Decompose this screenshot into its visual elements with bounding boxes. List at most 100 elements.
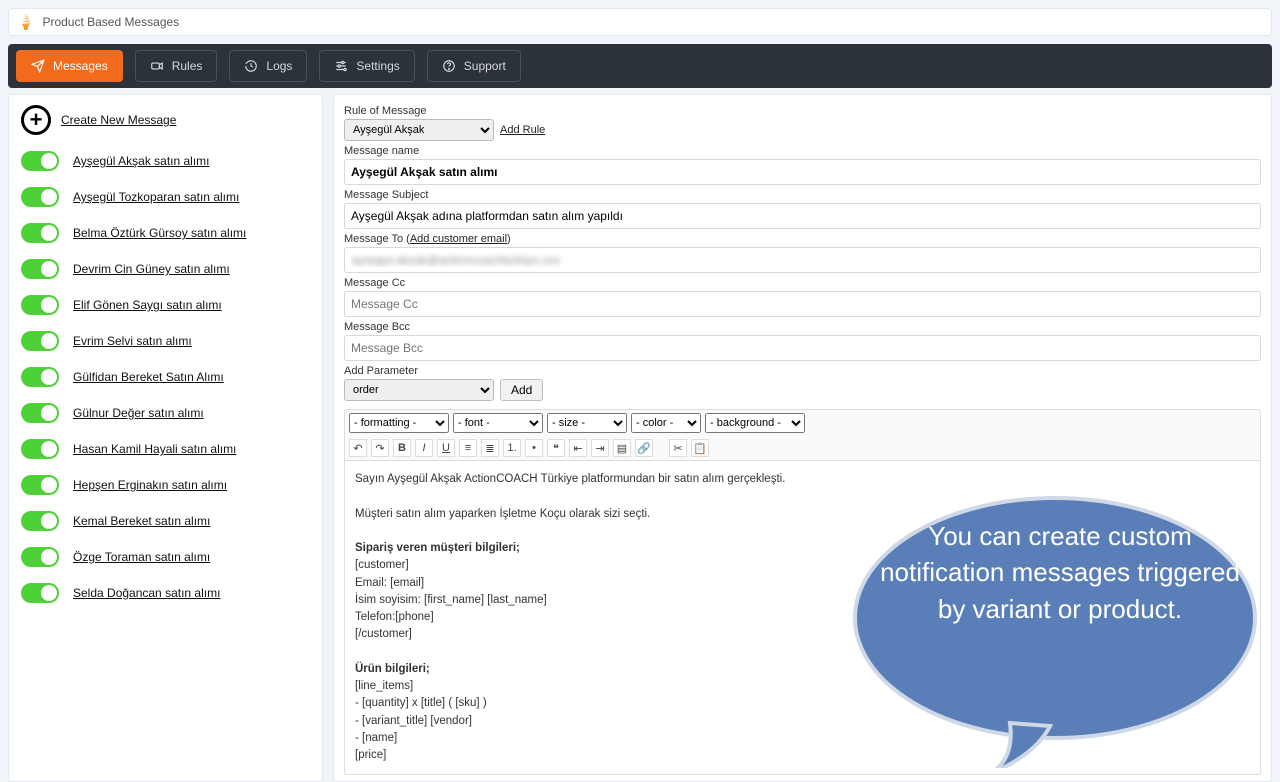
message-to-input[interactable] xyxy=(344,247,1261,273)
message-list-item-label[interactable]: Özge Toraman satın alımı xyxy=(73,550,210,564)
message-list-item-label[interactable]: Gülnur Değer satın alımı xyxy=(73,406,204,420)
message-list-item[interactable]: Devrim Cin Güney satın alımı xyxy=(21,251,310,287)
main-nav: Messages Rules Logs Settings Support xyxy=(8,44,1272,88)
toggle-switch[interactable] xyxy=(21,547,59,567)
toggle-switch[interactable] xyxy=(21,511,59,531)
sliders-icon xyxy=(334,59,348,73)
message-name-label: Message name xyxy=(344,145,1261,157)
nav-settings-label: Settings xyxy=(356,59,399,73)
message-list-item[interactable]: Hasan Kamil Hayali satın alımı xyxy=(21,431,310,467)
size-select[interactable]: - size - xyxy=(547,413,627,433)
message-bcc-input[interactable] xyxy=(344,335,1261,361)
underline-icon[interactable]: U xyxy=(437,439,455,457)
nav-messages-label: Messages xyxy=(53,59,108,73)
toggle-switch[interactable] xyxy=(21,259,59,279)
message-list-item-label[interactable]: Ayşegül Akşak satın alımı xyxy=(73,154,210,168)
align-left-icon[interactable]: ≡ xyxy=(459,439,477,457)
message-list-item-label[interactable]: Kemal Bereket satın alımı xyxy=(73,514,210,528)
nav-logs-label: Logs xyxy=(266,59,292,73)
toggle-switch[interactable] xyxy=(21,583,59,603)
create-message-row[interactable]: + Create New Message xyxy=(21,105,310,135)
message-subject-input[interactable] xyxy=(344,203,1261,229)
message-list-item[interactable]: Evrim Selvi satın alımı xyxy=(21,323,310,359)
create-message-link[interactable]: Create New Message xyxy=(61,113,176,127)
rule-label: Rule of Message xyxy=(344,105,1261,117)
message-list-item[interactable]: Ayşegül Akşak satın alımı xyxy=(21,143,310,179)
messages-sidebar: + Create New Message Ayşegül Akşak satın… xyxy=(8,94,323,782)
message-list-item[interactable]: Gülnur Değer satın alımı xyxy=(21,395,310,431)
message-list-item[interactable]: Kemal Bereket satın alımı xyxy=(21,503,310,539)
paper-plane-icon xyxy=(31,59,45,73)
toggle-switch[interactable] xyxy=(21,439,59,459)
message-list-item[interactable]: Selda Doğancan satın alımı xyxy=(21,575,310,611)
paste-icon[interactable]: 📋 xyxy=(691,439,709,457)
outdent-icon[interactable]: ⇤ xyxy=(569,439,587,457)
message-list-item[interactable]: Elif Gönen Saygı satın alımı xyxy=(21,287,310,323)
add-parameter-label: Add Parameter xyxy=(344,365,1261,377)
message-list-item-label[interactable]: Gülfidan Bereket Satın Alımı xyxy=(73,370,224,384)
message-list-item-label[interactable]: Hepşen Erginakın satın alımı xyxy=(73,478,227,492)
message-list-item-label[interactable]: Belma Öztürk Gürsoy satın alımı xyxy=(73,226,246,240)
help-icon xyxy=(442,59,456,73)
add-rule-link[interactable]: Add Rule xyxy=(500,124,545,136)
app-logo-icon: 🍦 xyxy=(17,14,34,31)
image-icon[interactable]: ▤ xyxy=(613,439,631,457)
message-list-item[interactable]: Özge Toraman satın alımı xyxy=(21,539,310,575)
align-center-icon[interactable]: ≣ xyxy=(481,439,499,457)
list-ul-icon[interactable]: • xyxy=(525,439,543,457)
message-list-item-label[interactable]: Selda Doğancan satın alımı xyxy=(73,586,220,600)
cut-icon[interactable]: ✂ xyxy=(669,439,687,457)
message-list-item[interactable]: Ayşegül Tozkoparan satın alımı xyxy=(21,179,310,215)
message-list-item-label[interactable]: Ayşegül Tozkoparan satın alımı xyxy=(73,190,239,204)
nav-support-label: Support xyxy=(464,59,506,73)
indent-icon[interactable]: ⇥ xyxy=(591,439,609,457)
message-list-item-label[interactable]: Elif Gönen Saygı satın alımı xyxy=(73,298,222,312)
nav-rules-label: Rules xyxy=(172,59,203,73)
message-list-item-label[interactable]: Devrim Cin Güney satın alımı xyxy=(73,262,230,276)
rule-select[interactable]: Ayşegül Akşak xyxy=(344,119,494,141)
toggle-switch[interactable] xyxy=(21,475,59,495)
toggle-switch[interactable] xyxy=(21,295,59,315)
message-name-input[interactable] xyxy=(344,159,1261,185)
toggle-switch[interactable] xyxy=(21,331,59,351)
color-select[interactable]: - color - xyxy=(631,413,701,433)
top-bar: 🍦 Product Based Messages xyxy=(8,8,1272,36)
message-subject-label: Message Subject xyxy=(344,189,1261,201)
message-list-item-label[interactable]: Hasan Kamil Hayali satın alımı xyxy=(73,442,236,456)
link-icon[interactable]: 🔗 xyxy=(635,439,653,457)
nav-rules[interactable]: Rules xyxy=(135,50,218,82)
formatting-select[interactable]: - formatting - xyxy=(349,413,449,433)
quote-icon[interactable]: ❝ xyxy=(547,439,565,457)
bold-icon[interactable]: B xyxy=(393,439,411,457)
add-customer-email-link[interactable]: Add customer email xyxy=(410,233,507,245)
editor-toolbar: - formatting - - font - - size - - color… xyxy=(344,409,1261,461)
list-ol-icon[interactable]: 1. xyxy=(503,439,521,457)
message-bcc-label: Message Bcc xyxy=(344,321,1261,333)
undo-icon[interactable]: ↶ xyxy=(349,439,367,457)
nav-messages[interactable]: Messages xyxy=(16,50,123,82)
message-cc-input[interactable] xyxy=(344,291,1261,317)
message-list-item-label[interactable]: Evrim Selvi satın alımı xyxy=(73,334,192,348)
promo-callout: You can create custom notification messa… xyxy=(840,468,1270,768)
nav-support[interactable]: Support xyxy=(427,50,521,82)
nav-settings[interactable]: Settings xyxy=(319,50,414,82)
message-list-item[interactable]: Hepşen Erginakın satın alımı xyxy=(21,467,310,503)
message-to-label: Message To (Add customer email) xyxy=(344,233,1261,245)
toggle-switch[interactable] xyxy=(21,403,59,423)
promo-callout-text: You can create custom notification messa… xyxy=(880,518,1240,627)
toggle-switch[interactable] xyxy=(21,151,59,171)
plus-icon: + xyxy=(21,105,51,135)
font-select[interactable]: - font - xyxy=(453,413,543,433)
background-select[interactable]: - background - xyxy=(705,413,805,433)
redo-icon[interactable]: ↷ xyxy=(371,439,389,457)
add-parameter-button[interactable]: Add xyxy=(500,379,543,401)
message-list-item[interactable]: Gülfidan Bereket Satın Alımı xyxy=(21,359,310,395)
app-title: Product Based Messages xyxy=(42,15,179,29)
toggle-switch[interactable] xyxy=(21,187,59,207)
parameter-select[interactable]: order xyxy=(344,379,494,401)
italic-icon[interactable]: I xyxy=(415,439,433,457)
toggle-switch[interactable] xyxy=(21,223,59,243)
nav-logs[interactable]: Logs xyxy=(229,50,307,82)
toggle-switch[interactable] xyxy=(21,367,59,387)
message-list-item[interactable]: Belma Öztürk Gürsoy satın alımı xyxy=(21,215,310,251)
